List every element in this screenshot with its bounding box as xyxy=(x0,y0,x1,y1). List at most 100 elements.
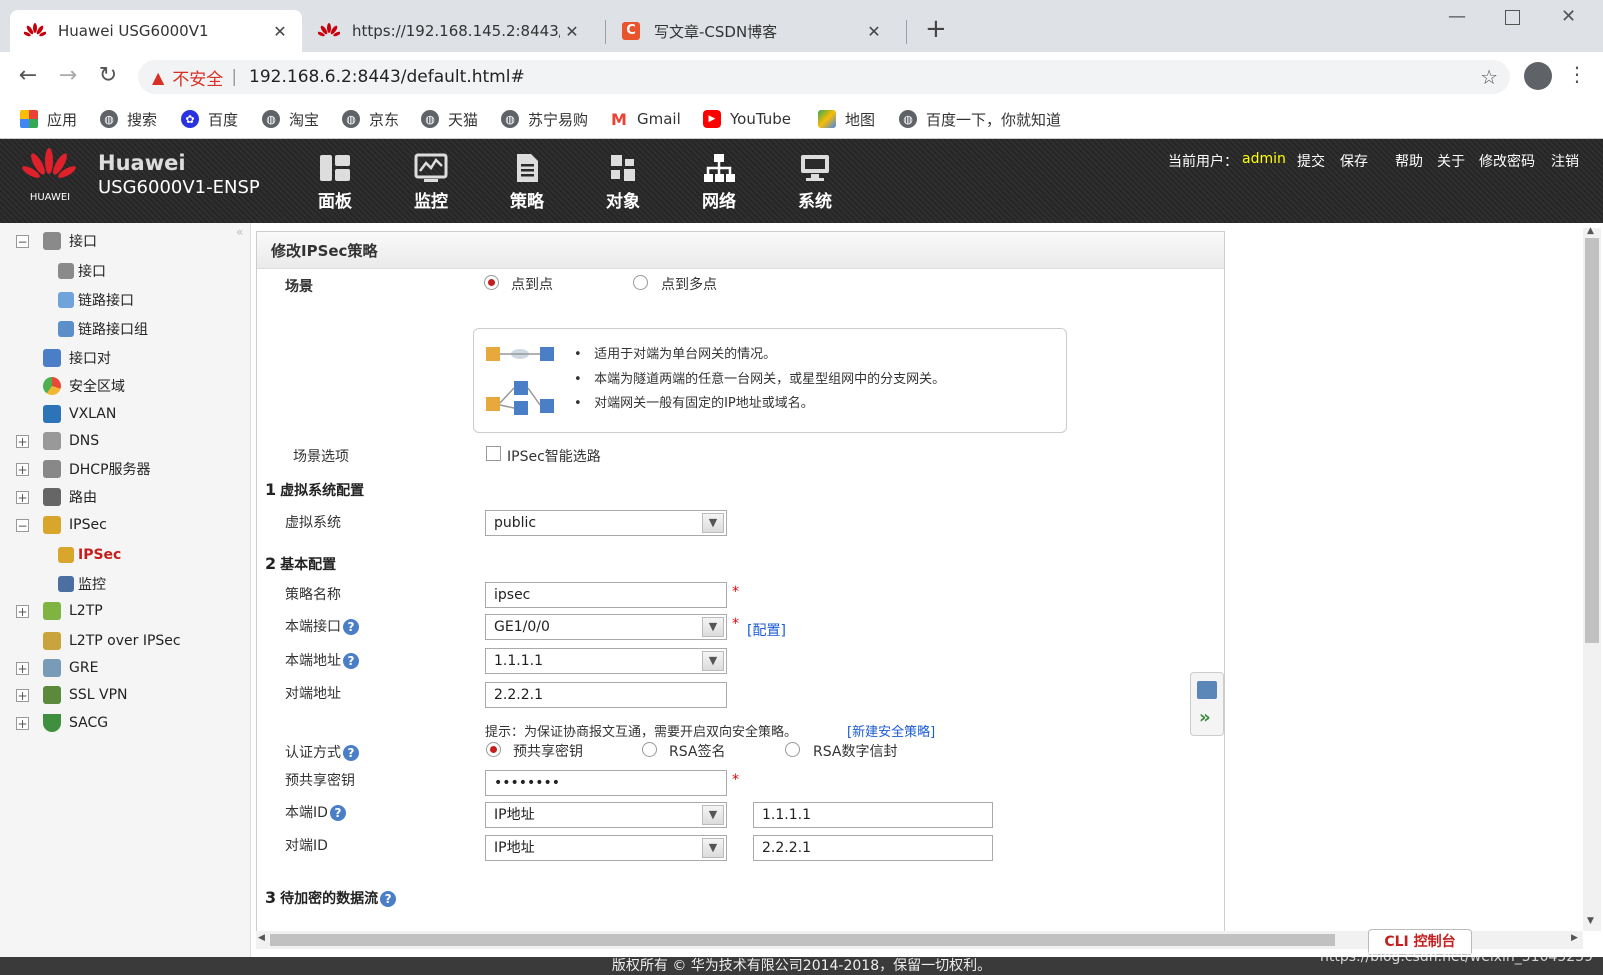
tree-item-sacg[interactable]: + SACG xyxy=(16,709,108,737)
collapse-toggle[interactable]: − xyxy=(16,234,29,248)
tree-item-dhcp[interactable]: + DHCP服务器 xyxy=(16,455,151,483)
profile-avatar[interactable] xyxy=(1524,62,1552,90)
bookmark-apps[interactable]: 应用 xyxy=(20,106,77,132)
bookmark-taobao[interactable]: ◍ 淘宝 xyxy=(262,106,319,132)
tree-item-link-group[interactable]: 链路接口组 xyxy=(58,315,148,343)
nav-policy[interactable]: 策略 xyxy=(492,153,562,223)
auth-rsa-envelope-radio[interactable] xyxy=(785,742,800,757)
tree-item-ssl-vpn[interactable]: + SSL VPN xyxy=(16,681,128,709)
scrollbar-thumb[interactable] xyxy=(270,934,1335,946)
help-icon[interactable]: ? xyxy=(329,805,346,821)
local-interface-select[interactable]: GE1/0/0 ▼ xyxy=(485,614,727,640)
vertical-scrollbar[interactable]: ▲ ▼ xyxy=(1583,226,1601,931)
tree-item-interface-pair[interactable]: 接口对 xyxy=(43,344,111,372)
bookmark-gmail[interactable]: M Gmail xyxy=(610,106,681,132)
expand-toggle[interactable]: + xyxy=(16,490,29,504)
minimize-icon[interactable]: — xyxy=(1448,6,1466,27)
tree-item-security-zone[interactable]: 安全区域 xyxy=(43,372,125,400)
close-icon[interactable]: ✕ xyxy=(560,22,584,41)
network-topology-icon[interactable] xyxy=(1197,681,1217,699)
expand-icon[interactable]: » xyxy=(1199,707,1211,728)
auth-psk-radio[interactable] xyxy=(486,742,501,757)
tree-item-l2tp[interactable]: + L2TP xyxy=(16,597,103,625)
url-field[interactable]: ▲ 不安全 | 192.168.6.2:8443/default.html# ☆ xyxy=(138,60,1510,94)
local-id-input[interactable]: 1.1.1.1 xyxy=(753,802,993,828)
collapse-icon[interactable]: « xyxy=(236,225,243,239)
new-tab-button[interactable]: + xyxy=(925,14,947,44)
expand-toggle[interactable]: + xyxy=(16,688,29,702)
tree-item-ipsec-sub-selected[interactable]: IPSec xyxy=(58,541,121,569)
expand-toggle[interactable]: + xyxy=(16,462,29,476)
bookmark-tmall[interactable]: ◍ 天猫 xyxy=(421,106,478,132)
about-link[interactable]: 关于 xyxy=(1437,151,1465,171)
tree-item-l2tp-over-ipsec[interactable]: L2TP over IPSec xyxy=(43,627,181,655)
help-icon[interactable]: ? xyxy=(343,619,359,635)
bookmark-baidu-search[interactable]: ◍ 百度一下，你就知道 xyxy=(899,106,1061,132)
tree-item-interface[interactable]: − 接口 xyxy=(16,227,97,255)
tree-item-vxlan[interactable]: VXLAN xyxy=(43,400,116,428)
close-icon[interactable]: ✕ xyxy=(862,22,886,41)
window-close-icon[interactable]: ✕ xyxy=(1561,6,1576,27)
maximize-icon[interactable] xyxy=(1505,10,1520,25)
tree-item-ipsec[interactable]: − IPSec xyxy=(16,511,107,539)
scroll-up-icon[interactable]: ▲ xyxy=(1587,226,1594,236)
bookmark-jd[interactable]: ◍ 京东 xyxy=(342,106,399,132)
forward-icon[interactable]: → xyxy=(52,60,84,92)
expand-toggle[interactable]: + xyxy=(16,661,29,675)
expand-toggle[interactable]: + xyxy=(16,716,29,730)
help-link[interactable]: 帮助 xyxy=(1395,151,1423,171)
collapse-toggle[interactable]: − xyxy=(16,518,29,532)
tree-item-route[interactable]: + 路由 xyxy=(16,483,97,511)
new-security-policy-link[interactable]: [新建安全策略] xyxy=(847,721,935,740)
auth-rsa-sign-radio[interactable] xyxy=(642,742,657,757)
scene-p2mp-radio[interactable] xyxy=(633,275,648,290)
bookmark-baidu[interactable]: ✿ 百度 xyxy=(181,106,238,132)
policy-name-input[interactable]: ipsec xyxy=(485,582,727,608)
scroll-left-icon[interactable]: ◀ xyxy=(258,933,265,943)
save-link[interactable]: 保存 xyxy=(1340,151,1368,171)
help-icon[interactable]: ? xyxy=(343,745,359,761)
scene-p2p-radio[interactable] xyxy=(484,275,499,290)
tab-login[interactable]: https://192.168.145.2:8443/log ✕ xyxy=(304,10,594,52)
tree-item-dns[interactable]: + DNS xyxy=(16,427,99,455)
local-address-select[interactable]: 1.1.1.1 ▼ xyxy=(485,648,727,674)
bookmark-youtube[interactable]: ▶ YouTube xyxy=(703,106,791,132)
menu-icon[interactable]: ⋮ xyxy=(1567,62,1587,86)
local-id-type-select[interactable]: IP地址 ▼ xyxy=(485,802,727,828)
bookmark-suning[interactable]: ◍ 苏宁易购 xyxy=(501,106,588,132)
scroll-right-icon[interactable]: ▶ xyxy=(1571,933,1578,943)
help-icon[interactable]: ? xyxy=(380,891,397,907)
scroll-down-icon[interactable]: ▼ xyxy=(1587,916,1594,926)
close-icon[interactable]: ✕ xyxy=(268,22,292,41)
config-link[interactable]: [配置] xyxy=(747,620,786,640)
nav-dashboard[interactable]: 面板 xyxy=(300,153,370,223)
peer-id-input[interactable]: 2.2.2.1 xyxy=(753,835,993,861)
bookmark-star-icon[interactable]: ☆ xyxy=(1480,65,1498,89)
bookmark-search[interactable]: ◍ 搜索 xyxy=(100,106,157,132)
tree-item-interface-sub[interactable]: 接口 xyxy=(58,257,106,285)
nav-network[interactable]: 网络 xyxy=(684,153,754,223)
psk-input[interactable]: •••••••• xyxy=(485,770,727,796)
tree-item-ipsec-monitor[interactable]: 监控 xyxy=(58,570,106,598)
nav-monitor[interactable]: 监控 xyxy=(396,153,466,223)
tab-csdn[interactable]: C 写文章-CSDN博客 ✕ xyxy=(606,10,896,52)
smart-route-checkbox[interactable] xyxy=(486,446,501,461)
nav-object[interactable]: 对象 xyxy=(588,153,658,223)
peer-id-type-select[interactable]: IP地址 ▼ xyxy=(485,835,727,861)
commit-link[interactable]: 提交 xyxy=(1297,151,1325,171)
logout-link[interactable]: 注销 xyxy=(1551,151,1579,171)
peer-address-input[interactable]: 2.2.2.1 xyxy=(485,682,727,708)
tree-item-link-interface[interactable]: 链路接口 xyxy=(58,286,134,314)
vsys-select[interactable]: public ▼ xyxy=(485,510,727,536)
help-icon[interactable]: ? xyxy=(343,653,359,669)
reload-icon[interactable]: ↻ xyxy=(92,60,124,92)
scrollbar-thumb[interactable] xyxy=(1585,238,1599,643)
nav-system[interactable]: 系统 xyxy=(780,153,850,223)
back-icon[interactable]: ← xyxy=(12,60,44,92)
change-password-link[interactable]: 修改密码 xyxy=(1479,151,1535,171)
tab-huawei-usg[interactable]: Huawei USG6000V1 ✕ xyxy=(10,10,302,52)
expand-toggle[interactable]: + xyxy=(16,434,29,448)
expand-toggle[interactable]: + xyxy=(16,604,29,618)
bookmark-maps[interactable]: 地图 xyxy=(818,106,875,132)
tree-item-gre[interactable]: + GRE xyxy=(16,654,98,682)
